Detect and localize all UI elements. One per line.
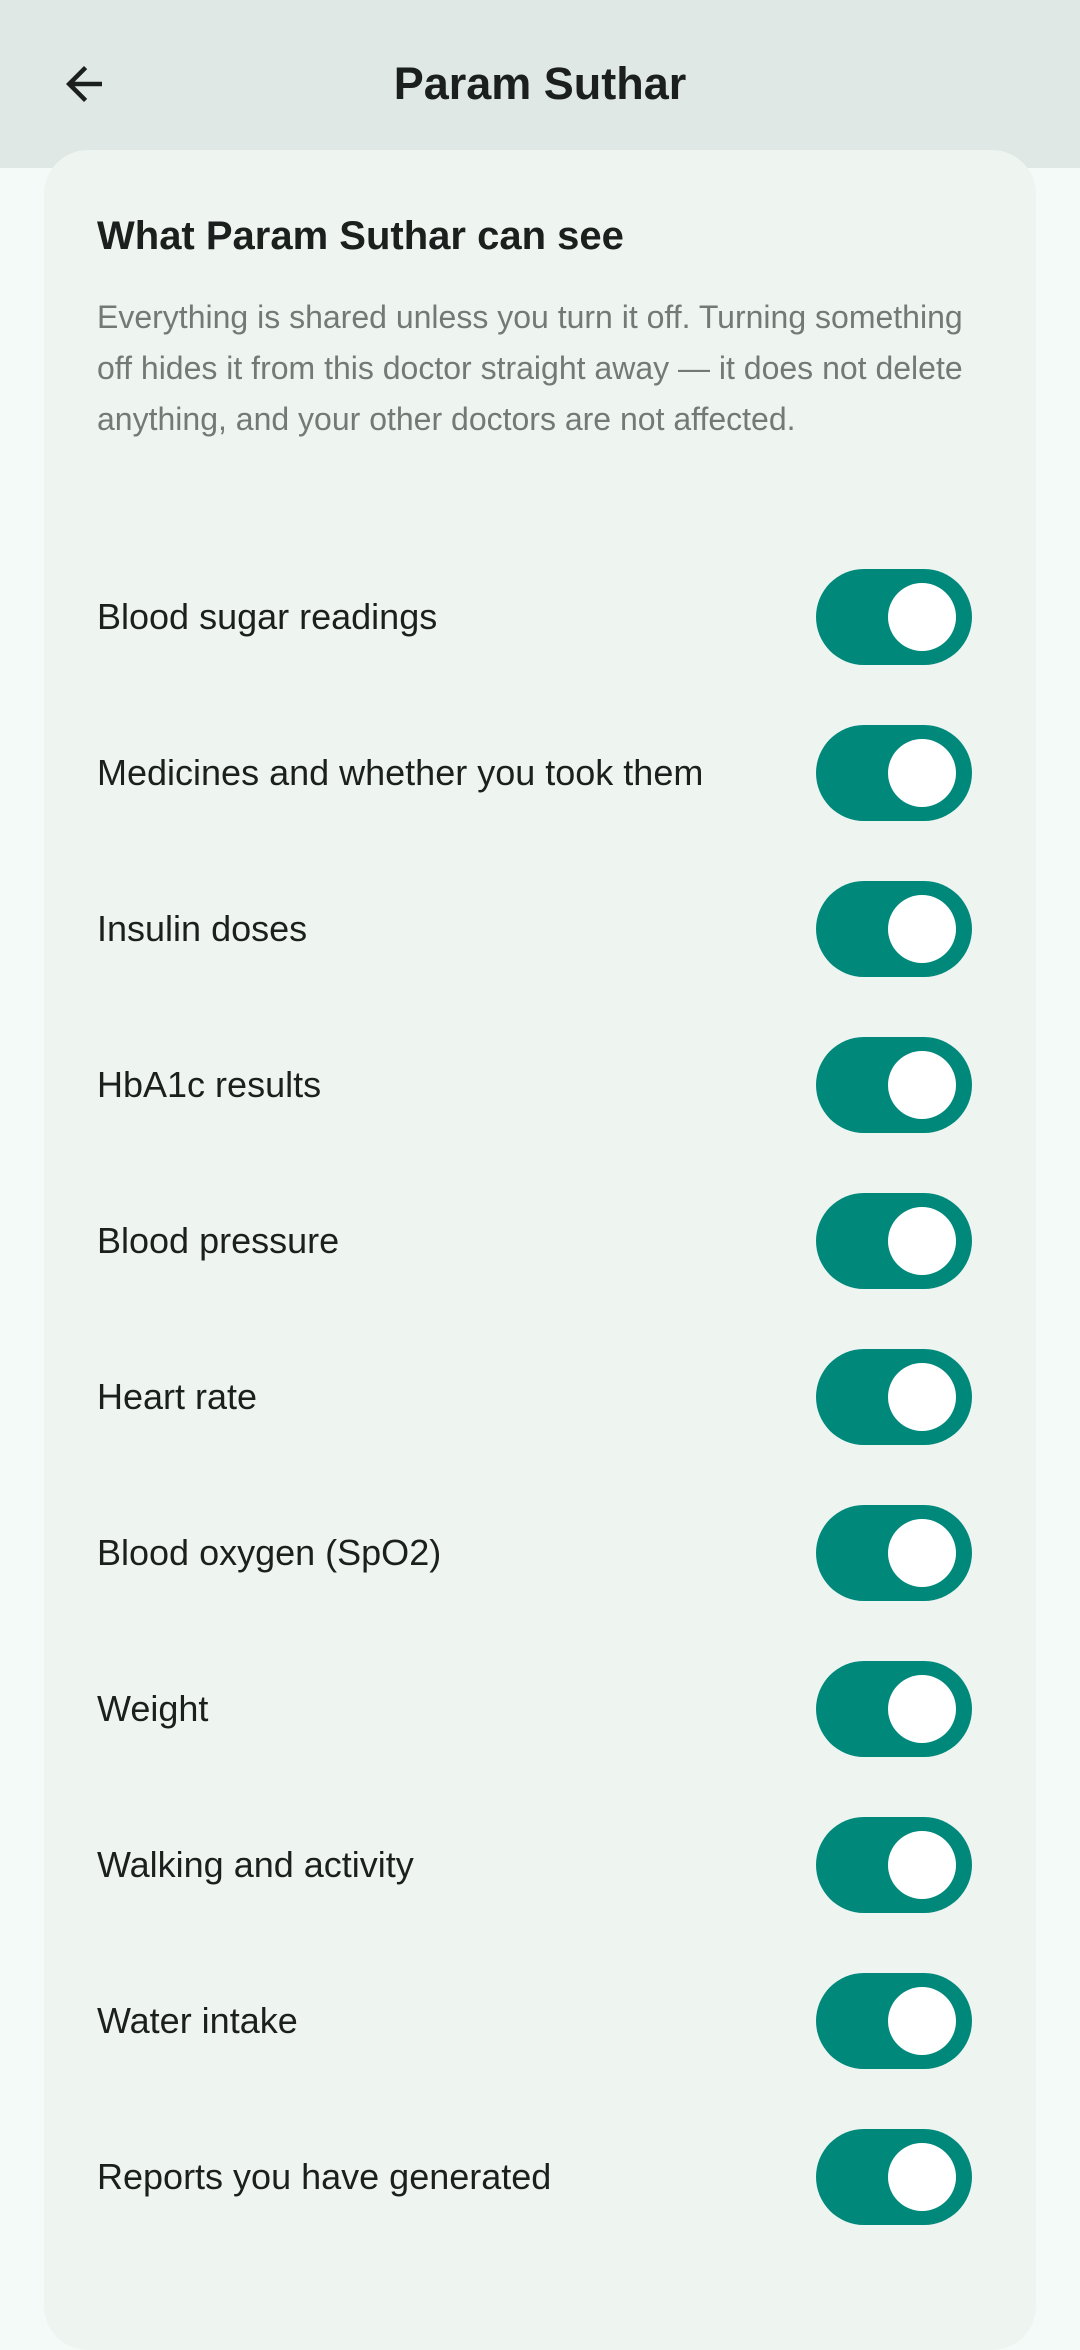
water-intake-toggle[interactable]	[816, 1973, 972, 2069]
sharing-item-label: Insulin doses	[97, 908, 308, 949]
sharing-item-label: Blood pressure	[97, 1220, 340, 1261]
sharing-item-blood-sugar: Blood sugar readings	[0, 539, 1080, 695]
insulin-toggle[interactable]	[816, 881, 972, 977]
sharing-item-label: Walking and activity	[97, 1844, 414, 1885]
toggle-knob	[888, 1675, 956, 1743]
sharing-item-insulin: Insulin doses	[0, 851, 1080, 1007]
medicines-toggle[interactable]	[816, 725, 972, 821]
toggle-knob	[888, 895, 956, 963]
sharing-item-label: HbA1c results	[97, 1064, 322, 1105]
arrow-back-icon	[66, 66, 102, 102]
toggle-knob	[888, 1207, 956, 1275]
activity-toggle[interactable]	[816, 1817, 972, 1913]
toggle-knob	[888, 583, 956, 651]
app-bar: Param Suthar	[0, 0, 1080, 168]
sharing-item-weight: Weight	[0, 1631, 1080, 1787]
toggle-knob	[888, 2143, 956, 2211]
sharing-item-label: Water intake	[97, 2000, 298, 2041]
sharing-item-label: Reports you have generated	[97, 2156, 552, 2197]
toggle-knob	[888, 1363, 956, 1431]
sharing-description: Everything is shared unless you turn it …	[97, 299, 963, 437]
toggle-knob	[888, 1519, 956, 1587]
sharing-item-reports: Reports you have generated	[0, 2099, 1080, 2255]
sharing-item-blood-pressure: Blood pressure	[0, 1163, 1080, 1319]
sharing-item-medicines: Medicines and whether you took them	[0, 695, 1080, 851]
blood-sugar-toggle[interactable]	[816, 569, 972, 665]
hba1c-toggle[interactable]	[816, 1037, 972, 1133]
sharing-item-activity: Walking and activity	[0, 1787, 1080, 1943]
weight-toggle[interactable]	[816, 1661, 972, 1757]
sharing-item-label: Medicines and whether you took them	[97, 752, 704, 793]
sharing-item-label: Heart rate	[97, 1376, 258, 1417]
sharing-item-label: Blood oxygen (SpO2)	[97, 1532, 442, 1573]
sharing-item-hba1c: HbA1c results	[0, 1007, 1080, 1163]
toggle-knob	[888, 1051, 956, 1119]
sharing-item-water-intake: Water intake	[0, 1943, 1080, 2099]
toggle-knob	[888, 739, 956, 807]
toggle-knob	[888, 1831, 956, 1899]
page-title: Param Suthar	[393, 58, 687, 109]
heart-rate-toggle[interactable]	[816, 1349, 972, 1445]
reports-toggle[interactable]	[816, 2129, 972, 2225]
blood-oxygen-toggle[interactable]	[816, 1505, 972, 1601]
sharing-title: What Param Suthar can see	[97, 214, 624, 258]
sharing-item-blood-oxygen: Blood oxygen (SpO2)	[0, 1475, 1080, 1631]
back-button[interactable]	[40, 40, 128, 128]
sharing-item-label: Blood sugar readings	[97, 596, 438, 637]
toggle-knob	[888, 1987, 956, 2055]
blood-pressure-toggle[interactable]	[816, 1193, 972, 1289]
sharing-item-heart-rate: Heart rate	[0, 1319, 1080, 1475]
sharing-item-label: Weight	[97, 1688, 209, 1729]
sharing-list: Blood sugar readings Medicines and wheth…	[0, 539, 1080, 2255]
